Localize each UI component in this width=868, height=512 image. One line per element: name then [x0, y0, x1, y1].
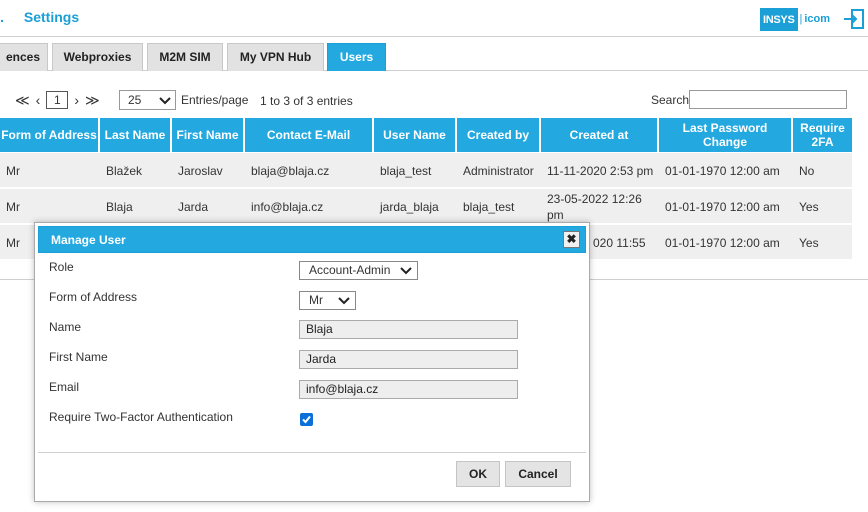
- cell-first-name: Jarda: [178, 199, 209, 214]
- insys-logo: INSYS | icom: [760, 7, 830, 31]
- form-of-address-value: Mr: [309, 293, 323, 307]
- cell-created-at: 23-05-2022 12:26 pm: [547, 191, 642, 222]
- cell-last-password-change: 01-01-1970 12:00 am: [665, 163, 780, 178]
- close-icon[interactable]: ✖: [563, 231, 580, 248]
- chevron-down-icon: [338, 297, 350, 305]
- last-page-button[interactable]: ≫: [82, 92, 103, 109]
- cell-user-name: jarda_blaja: [380, 199, 439, 214]
- cell-user-name: blaja_test: [380, 163, 432, 178]
- email-field[interactable]: info@blaja.cz: [299, 380, 518, 399]
- cell-created-at: 020 11:55: [593, 235, 646, 250]
- logo-divider: |: [799, 13, 803, 25]
- cell-contact-email: info@blaja.cz: [251, 199, 324, 214]
- pagination: ≪ ‹ 1 › ≫: [12, 90, 103, 110]
- search-label: Search: [651, 93, 690, 107]
- cell-form-of-address: Mr: [6, 163, 20, 178]
- tab-my-vpn-hub[interactable]: My VPN Hub: [227, 43, 324, 71]
- column-header-user-name[interactable]: User Name: [374, 118, 457, 152]
- entries-per-page-select[interactable]: 25: [119, 90, 176, 110]
- logout-icon[interactable]: [843, 8, 865, 30]
- column-header-first-name[interactable]: First Name: [172, 118, 245, 152]
- cell-last-name: Blaja: [106, 199, 133, 214]
- checkmark-icon: [302, 415, 311, 424]
- name-label: Name: [49, 320, 82, 334]
- role-select[interactable]: Account-Admin: [299, 261, 418, 280]
- breadcrumb: . Settings: [0, 9, 79, 25]
- dialog-header[interactable]: Manage User ✖: [38, 226, 586, 253]
- chevron-down-icon: [159, 97, 171, 105]
- table-row[interactable]: Mr Blažek Jaroslav blaja@blaja.cz blaja_…: [0, 153, 852, 188]
- form-of-address-label: Form of Address: [49, 290, 138, 304]
- dialog-divider: [38, 452, 586, 453]
- cell-last-name: Blažek: [106, 163, 143, 178]
- cell-last-password-change: 01-01-1970 12:00 am: [665, 235, 780, 250]
- require-2fa-checkbox[interactable]: [300, 413, 313, 426]
- first-page-button[interactable]: ≪: [12, 92, 33, 109]
- column-header-form-of-address[interactable]: Form of Address: [0, 118, 100, 152]
- form-of-address-select[interactable]: Mr: [299, 291, 356, 310]
- cell-contact-email: blaja@blaja.cz: [251, 163, 330, 178]
- tab-webproxies[interactable]: Webproxies: [52, 43, 143, 71]
- tab-bar: ences Webproxies M2M SIM My VPN Hub User…: [0, 43, 868, 71]
- column-header-created-at[interactable]: Created at: [541, 118, 659, 152]
- role-select-value: Account-Admin: [309, 263, 391, 277]
- cell-last-password-change: 01-01-1970 12:00 am: [665, 199, 780, 214]
- cancel-button[interactable]: Cancel: [505, 461, 571, 487]
- tab-licences[interactable]: ences: [0, 43, 48, 71]
- logo-brand: INSYS: [760, 7, 798, 31]
- first-name-label: First Name: [49, 350, 108, 364]
- cell-first-name: Jaroslav: [178, 163, 223, 178]
- search-input[interactable]: [689, 90, 847, 109]
- breadcrumb-prefix: .: [0, 9, 4, 25]
- dialog-title: Manage User: [51, 233, 126, 247]
- top-bar: . Settings INSYS | icom: [0, 0, 868, 37]
- cell-created-by: Administrator: [463, 163, 534, 178]
- tab-m2m-sim[interactable]: M2M SIM: [147, 43, 223, 71]
- page-title[interactable]: Settings: [24, 9, 79, 25]
- prev-page-button[interactable]: ‹: [33, 92, 44, 108]
- logo-suffix: icom: [804, 13, 831, 25]
- email-label: Email: [49, 380, 80, 394]
- cell-require-2fa: Yes: [799, 235, 819, 250]
- column-header-require-2fa[interactable]: Require 2FA: [793, 118, 852, 152]
- column-header-contact-email[interactable]: Contact E-Mail: [245, 118, 374, 152]
- column-header-created-by[interactable]: Created by: [457, 118, 541, 152]
- name-field[interactable]: Blaja: [299, 320, 518, 339]
- column-header-last-password-change[interactable]: Last Password Change: [659, 118, 793, 152]
- table-header: Form of Address Last Name First Name Con…: [0, 118, 852, 152]
- first-name-field[interactable]: Jarda: [299, 350, 518, 369]
- column-header-last-name[interactable]: Last Name: [100, 118, 172, 152]
- page-number-input[interactable]: 1: [46, 91, 69, 109]
- chevron-down-icon: [400, 267, 412, 275]
- cell-require-2fa: Yes: [799, 199, 819, 214]
- cell-created-at: 11-11-2020 2:53 pm: [547, 163, 654, 178]
- role-label: Role: [49, 260, 74, 274]
- next-page-button[interactable]: ›: [71, 92, 82, 108]
- ok-button[interactable]: OK: [456, 461, 500, 487]
- manage-user-dialog: Manage User ✖ Role Account-Admin Form of…: [34, 222, 590, 502]
- table-row[interactable]: Mr Blaja Jarda info@blaja.cz jarda_blaja…: [0, 189, 852, 224]
- cell-form-of-address: Mr: [6, 199, 20, 214]
- entries-per-page-label: Entries/page: [181, 93, 249, 107]
- entries-range-text: 1 to 3 of 3 entries: [260, 94, 353, 108]
- cell-created-by: blaja_test: [463, 199, 515, 214]
- tab-users[interactable]: Users: [327, 43, 386, 71]
- require-2fa-label: Require Two-Factor Authentication: [49, 410, 233, 424]
- cell-require-2fa: No: [799, 163, 815, 178]
- entries-per-page-value: 25: [128, 93, 142, 107]
